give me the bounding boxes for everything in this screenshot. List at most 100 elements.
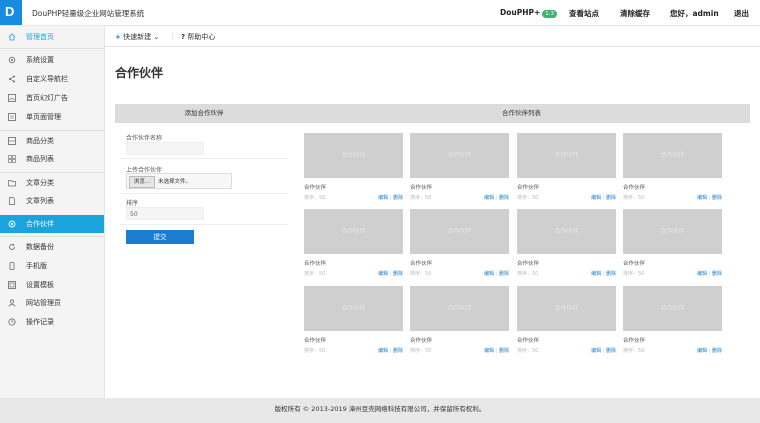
partner-image[interactable]: 合作伙伴 [304, 133, 403, 178]
sidebar-item-article-category[interactable]: 文章分类 [0, 174, 104, 192]
edit-link[interactable]: 编辑 [697, 271, 707, 277]
partner-name-input[interactable] [126, 142, 204, 155]
sidebar-item-product-list[interactable]: 商品列表 [0, 150, 104, 168]
sidebar-item-nav[interactable]: 自定义导航栏 [0, 70, 104, 88]
logo-d-icon: D [5, 4, 15, 19]
delete-link[interactable]: 删除 [606, 271, 616, 277]
partner-card: 合作伙伴 合作伙伴 排序：50 编辑 | 删除 [304, 209, 403, 279]
partner-sort: 排序：50 [410, 271, 432, 277]
form-divider [120, 158, 288, 159]
edit-link[interactable]: 编辑 [378, 271, 388, 277]
refresh-icon [9, 243, 15, 250]
clock-icon [8, 318, 16, 326]
partner-name: 合作伙伴 [517, 185, 540, 191]
file-upload-field[interactable]: 浏览... 未选择文件。 [126, 173, 232, 189]
partner-card: 合作伙伴 合作伙伴 排序：50 编辑 | 删除 [517, 133, 616, 203]
sidebar-item-logs[interactable]: 操作记录 [0, 313, 104, 331]
partner-image[interactable]: 合作伙伴 [410, 286, 509, 331]
delete-link[interactable]: 删除 [393, 271, 403, 277]
form-divider [120, 193, 288, 194]
delete-link[interactable]: 删除 [393, 195, 403, 201]
sidebar-item-pages[interactable]: 单页面管理 [0, 108, 104, 126]
brand-link[interactable]: DouPHP+ 1.3 [500, 8, 558, 18]
sidebar-item-label: 网站管理员 [26, 299, 61, 307]
delete-link[interactable]: 删除 [499, 195, 509, 201]
sidebar-item-home[interactable]: 管理首页 [0, 28, 104, 46]
app-title: DouPHP轻量级企业网站管理系统 [32, 9, 145, 18]
partner-image[interactable]: 合作伙伴 [623, 209, 722, 254]
sidebar-item-label: 合作伙伴 [26, 220, 54, 228]
edit-link[interactable]: 编辑 [697, 195, 707, 201]
partner-card: 合作伙伴 合作伙伴 排序：50 编辑 | 删除 [623, 133, 722, 203]
delete-link[interactable]: 删除 [606, 348, 616, 354]
partner-card: 合作伙伴 合作伙伴 排序：50 编辑 | 删除 [517, 209, 616, 279]
sort-input[interactable]: 50 [126, 207, 204, 220]
edit-link[interactable]: 编辑 [484, 348, 494, 354]
plus-icon: + [115, 33, 121, 41]
partner-name: 合作伙伴 [304, 338, 327, 344]
quick-create-menu[interactable]: + 快速新建 ⌄ [115, 32, 159, 42]
partner-image[interactable]: 合作伙伴 [410, 133, 509, 178]
clear-cache-link[interactable]: 清除缓存 [620, 8, 650, 19]
file-status-text: 未选择文件。 [158, 179, 192, 185]
delete-link[interactable]: 删除 [712, 195, 722, 201]
help-center-link[interactable]: ? 帮助中心 [181, 32, 215, 42]
sidebar-item-product-category[interactable]: 商品分类 [0, 132, 104, 150]
template-icon [8, 281, 16, 289]
delete-link[interactable]: 删除 [606, 195, 616, 201]
list-icon [8, 155, 16, 163]
browse-button[interactable]: 浏览... [129, 176, 155, 188]
partner-image[interactable]: 合作伙伴 [517, 209, 616, 254]
partner-sort: 排序：50 [623, 348, 645, 354]
sidebar-item-partners[interactable]: 合作伙伴 [0, 215, 104, 233]
form-divider [120, 224, 288, 225]
delete-link[interactable]: 删除 [712, 348, 722, 354]
partner-sort: 排序：50 [623, 271, 645, 277]
sidebar-divider [0, 130, 104, 131]
edit-link[interactable]: 编辑 [591, 195, 601, 201]
delete-link[interactable]: 删除 [499, 271, 509, 277]
edit-link[interactable]: 编辑 [378, 195, 388, 201]
sidebar-item-backup[interactable]: 数据备份 [0, 238, 104, 256]
toolbar-divider: | [171, 32, 174, 40]
home-icon [8, 33, 16, 41]
partner-name: 合作伙伴 [623, 338, 646, 344]
partner-image[interactable]: 合作伙伴 [623, 286, 722, 331]
card-actions: 编辑 | 删除 [378, 194, 403, 201]
partner-card: 合作伙伴 合作伙伴 排序：50 编辑 | 删除 [304, 286, 403, 356]
chevron-down-icon: ⌄ [153, 33, 160, 41]
partner-image[interactable]: 合作伙伴 [623, 133, 722, 178]
partner-image[interactable]: 合作伙伴 [304, 209, 403, 254]
edit-link[interactable]: 编辑 [591, 348, 601, 354]
version-badge: 1.3 [542, 10, 558, 18]
partner-sort: 排序：50 [410, 348, 432, 354]
sidebar-item-label: 商品列表 [26, 155, 54, 163]
sidebar-item-label: 操作记录 [26, 318, 54, 326]
edit-link[interactable]: 编辑 [484, 271, 494, 277]
sidebar-item-template[interactable]: 设置模板 [0, 276, 104, 294]
sidebar-item-article-list[interactable]: 文章列表 [0, 192, 104, 210]
sidebar-item-settings[interactable]: 系统设置 [0, 51, 104, 69]
partner-image[interactable]: 合作伙伴 [517, 133, 616, 178]
delete-link[interactable]: 删除 [499, 348, 509, 354]
logo[interactable]: D [0, 0, 22, 25]
partner-image[interactable]: 合作伙伴 [304, 286, 403, 331]
partner-image[interactable]: 合作伙伴 [410, 209, 509, 254]
logout-link[interactable]: 退出 [734, 8, 749, 19]
delete-link[interactable]: 删除 [712, 271, 722, 277]
delete-link[interactable]: 删除 [393, 348, 403, 354]
partner-image[interactable]: 合作伙伴 [517, 286, 616, 331]
sidebar-item-mobile[interactable]: 手机版 [0, 257, 104, 275]
sidebar-item-slides[interactable]: 首页幻灯广告 [0, 89, 104, 107]
document-icon [9, 197, 15, 205]
submit-button[interactable]: 提交 [126, 230, 194, 244]
card-actions: 编辑 | 删除 [697, 270, 722, 277]
edit-link[interactable]: 编辑 [591, 271, 601, 277]
edit-link[interactable]: 编辑 [378, 348, 388, 354]
edit-link[interactable]: 编辑 [484, 195, 494, 201]
card-actions: 编辑 | 删除 [484, 270, 509, 277]
view-site-link[interactable]: 查看站点 [569, 8, 599, 19]
user-greeting[interactable]: 您好，admin [670, 8, 719, 19]
edit-link[interactable]: 编辑 [697, 348, 707, 354]
sidebar-item-admins[interactable]: 网站管理员 [0, 294, 104, 312]
